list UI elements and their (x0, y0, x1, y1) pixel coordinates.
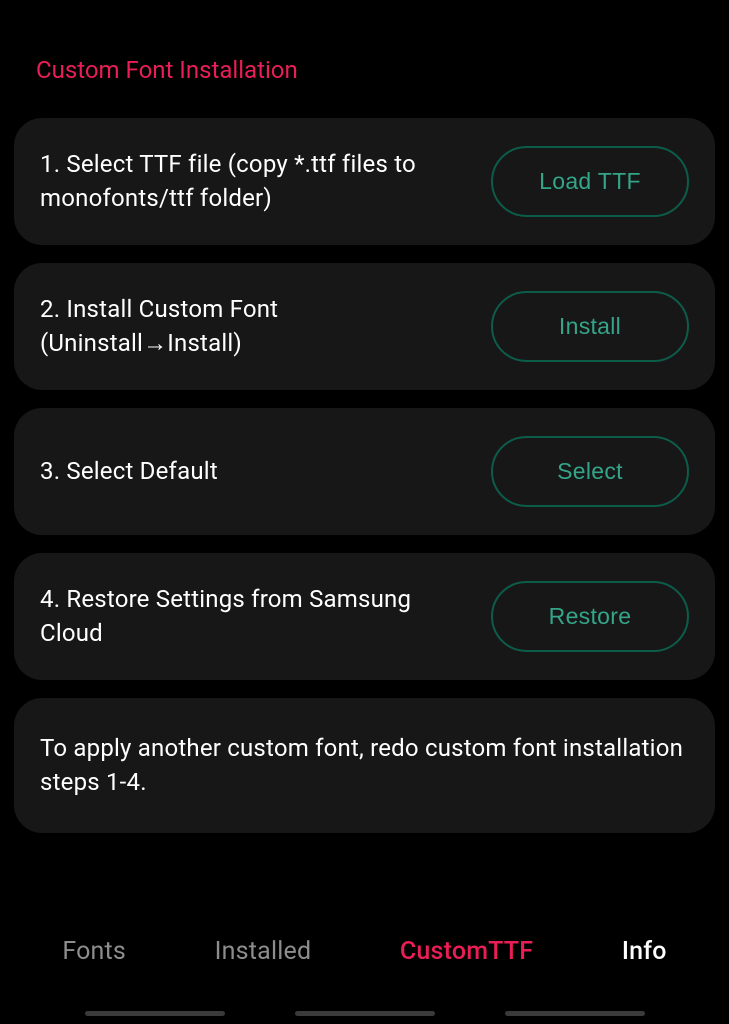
step-card-1: 1. Select TTF file (copy *.ttf files to … (14, 118, 715, 245)
install-button[interactable]: Install (491, 291, 689, 362)
step-text-2: 2. Install Custom Font (Uninstall→Instal… (40, 293, 475, 360)
gesture-segment (85, 1011, 225, 1016)
nav-customttf[interactable]: CustomTTF (400, 937, 533, 966)
gesture-segment (295, 1011, 435, 1016)
step-card-4: 4. Restore Settings from Samsung Cloud R… (14, 553, 715, 680)
load-ttf-button[interactable]: Load TTF (491, 146, 689, 217)
step-text-4: 4. Restore Settings from Samsung Cloud (40, 583, 475, 650)
info-text: To apply another custom font, redo custo… (40, 732, 689, 799)
bottom-nav: Fonts Installed CustomTTF Info (0, 917, 729, 990)
nav-installed[interactable]: Installed (215, 937, 312, 966)
section-title: Custom Font Installation (14, 0, 715, 118)
step-text-1: 1. Select TTF file (copy *.ttf files to … (40, 148, 475, 215)
step-text-3: 3. Select Default (40, 455, 475, 489)
info-card: To apply another custom font, redo custo… (14, 698, 715, 833)
select-button[interactable]: Select (491, 436, 689, 507)
gesture-bar (0, 1011, 729, 1016)
nav-fonts[interactable]: Fonts (62, 937, 126, 966)
step-card-3: 3. Select Default Select (14, 408, 715, 535)
restore-button[interactable]: Restore (491, 581, 689, 652)
gesture-segment (505, 1011, 645, 1016)
nav-info[interactable]: Info (622, 937, 667, 966)
step-card-2: 2. Install Custom Font (Uninstall→Instal… (14, 263, 715, 390)
